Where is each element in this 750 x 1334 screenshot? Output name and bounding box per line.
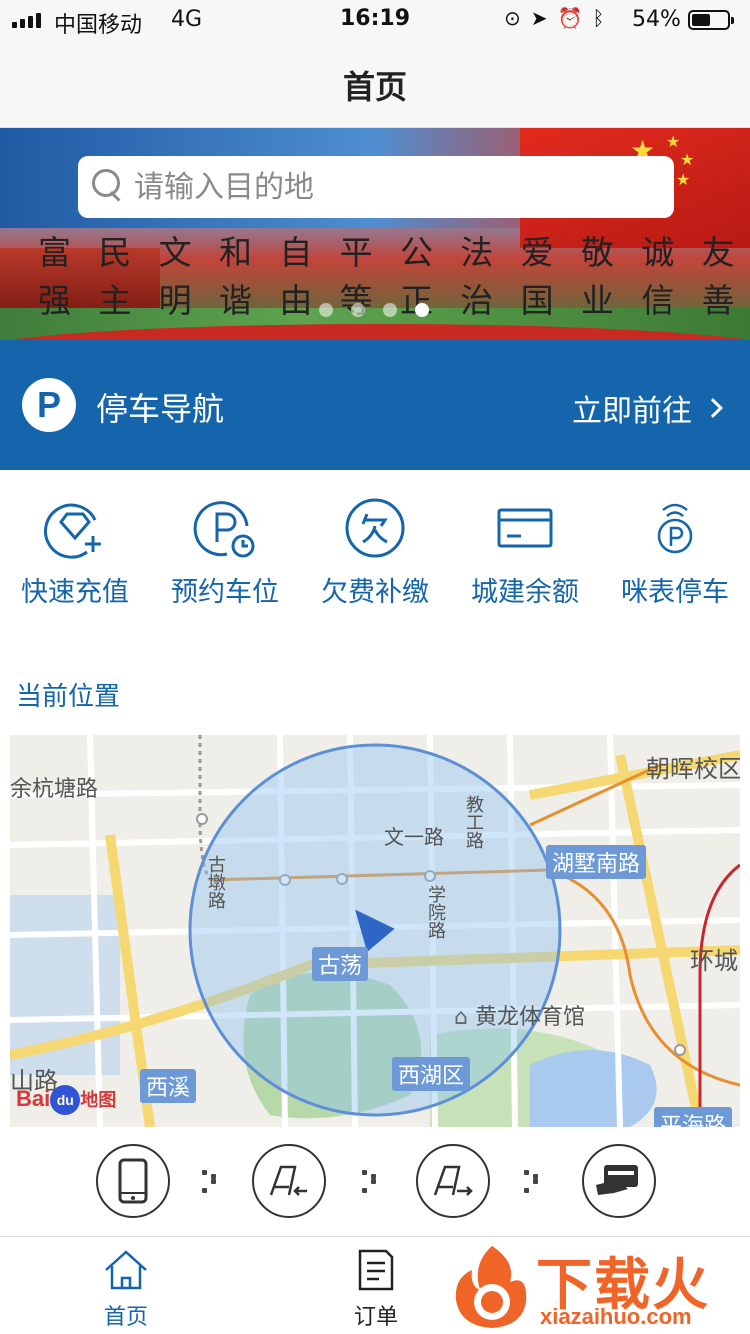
go-now-label: 立即前往 [572,394,692,429]
parking-icon: P [22,378,76,432]
banner-slogan: 法治 [460,233,494,320]
map-label-jiaogong: 教工路 [463,795,484,849]
map-label-zhaohui: 朝晖校区 [646,755,740,783]
quick-recharge-label: 快速充值 [21,577,129,608]
alarm-icon: ⏰ [557,6,583,30]
banner-slogan: 友善 [701,233,735,320]
banner-slogan: 文明 [158,233,192,320]
mode-separator-dots [524,1170,544,1194]
tab-home-label: 首页 [103,1305,148,1330]
phone-icon [118,1158,148,1204]
map-label-xueyuan: 学院路 [425,885,446,939]
search-bar[interactable] [78,156,674,218]
chevron-right-icon [703,398,723,418]
parking-entry-button[interactable] [252,1144,326,1218]
parking-navigation-bar[interactable]: P 停车导航 立即前往 [0,340,750,470]
search-input[interactable] [134,156,654,218]
map-label-huanglong: ⌂ 黄龙体育馆 [454,1005,585,1030]
tab-orders-label: 订单 [353,1305,398,1330]
document-icon [358,1249,394,1291]
car-out-icon [433,1165,473,1196]
banner-slogan: 爱国 [520,233,554,320]
rotation-lock-icon: ⊙ [504,6,521,30]
map-label-hushunan: 湖墅南路 [546,845,647,879]
meter-parking-label: 咪表停车 [621,577,729,608]
map-label-wenyi: 文一路 [384,825,444,849]
page-title: 首页 [342,68,407,106]
map-label-hangtang: 余杭塘路 [10,777,99,802]
banner-slogan: 和谐 [218,233,252,320]
home-icon [105,1250,147,1290]
card-icon [493,496,557,560]
baidu-map-logo: Bai du 地图 [16,1085,116,1115]
arrears-payment-label: 欠费补缴 [321,577,429,608]
tab-orders[interactable]: 订单 [306,1245,446,1331]
status-bar: 中国移动 4G 16:19 ⊙ ➤ ⏰ ᛒ 54% [0,0,750,40]
mode-separator-dots [202,1170,222,1194]
arrears-icon [343,496,407,560]
diamond-plus-icon [43,496,107,560]
map-label-gudun: 古墩路 [205,855,226,909]
quick-recharge-button[interactable]: 快速充值 [0,496,150,616]
pin-icon: ⌂ [454,1005,475,1030]
watermark-logo: 下载火 xiazaihuo.com [440,1238,750,1334]
card-pay-button[interactable] [582,1144,656,1218]
parking-navigation-label: 停车导航 [96,390,225,428]
watermark-url: xiazaihuo.com [540,1304,692,1329]
carousel-dot[interactable] [319,303,333,317]
location-map[interactable]: 余杭塘路 朝晖校区 文一路 教工路 湖墅南路 古墩路 学院路 环城 古荡 ⌂ 黄… [10,735,740,1127]
carousel-dots[interactable] [319,303,429,317]
map-label-xihu: 西湖区 [392,1057,471,1091]
city-balance-label: 城建余额 [471,577,579,608]
battery-icon [688,10,734,30]
card-hand-icon [596,1165,638,1195]
parking-clock-icon [193,496,257,560]
battery-percent: 54% [632,7,681,32]
parking-mode-selector [0,1140,750,1226]
reserve-spot-button[interactable]: 预约车位 [150,496,300,616]
tab-home[interactable]: 首页 [56,1245,196,1331]
bluetooth-icon: ᛒ [592,6,605,30]
map-label-huancheng: 环城 [690,947,738,975]
banner-slogan: 敬业 [580,233,614,320]
map-label-gudang: 古荡 [312,947,369,981]
carousel-dot[interactable] [383,303,397,317]
map-label-xixi: 西溪 [140,1069,197,1103]
banner-slogan: 民主 [98,233,132,320]
search-icon [92,169,124,205]
banner-slogan: 富强 [38,233,71,320]
carousel-dot[interactable] [415,303,429,317]
reserve-spot-label: 预约车位 [171,577,279,608]
parking-meter-icon [643,496,707,560]
arrears-payment-button[interactable]: 欠费补缴 [300,496,450,616]
banner-slogan: 诚信 [641,233,675,320]
car-in-icon [269,1165,307,1196]
meter-parking-button[interactable]: 咪表停车 [600,496,750,616]
quick-actions: 快速充值 预约车位 欠费补缴 城建余额 咪表停车 [0,496,750,616]
flame-logo-icon [455,1246,527,1328]
current-location-title: 当前位置 [16,682,121,712]
carousel-dot[interactable] [351,303,365,317]
nav-bar: 首页 [0,40,750,128]
map-label-pinghai: 平海路 [654,1107,733,1127]
go-now-button[interactable]: 立即前往 [572,386,723,430]
parking-exit-button[interactable] [416,1144,490,1218]
phone-mode-button[interactable] [96,1144,170,1218]
mode-separator-dots [362,1170,382,1194]
city-balance-button[interactable]: 城建余额 [450,496,600,616]
location-arrow-icon: ➤ [530,6,548,30]
